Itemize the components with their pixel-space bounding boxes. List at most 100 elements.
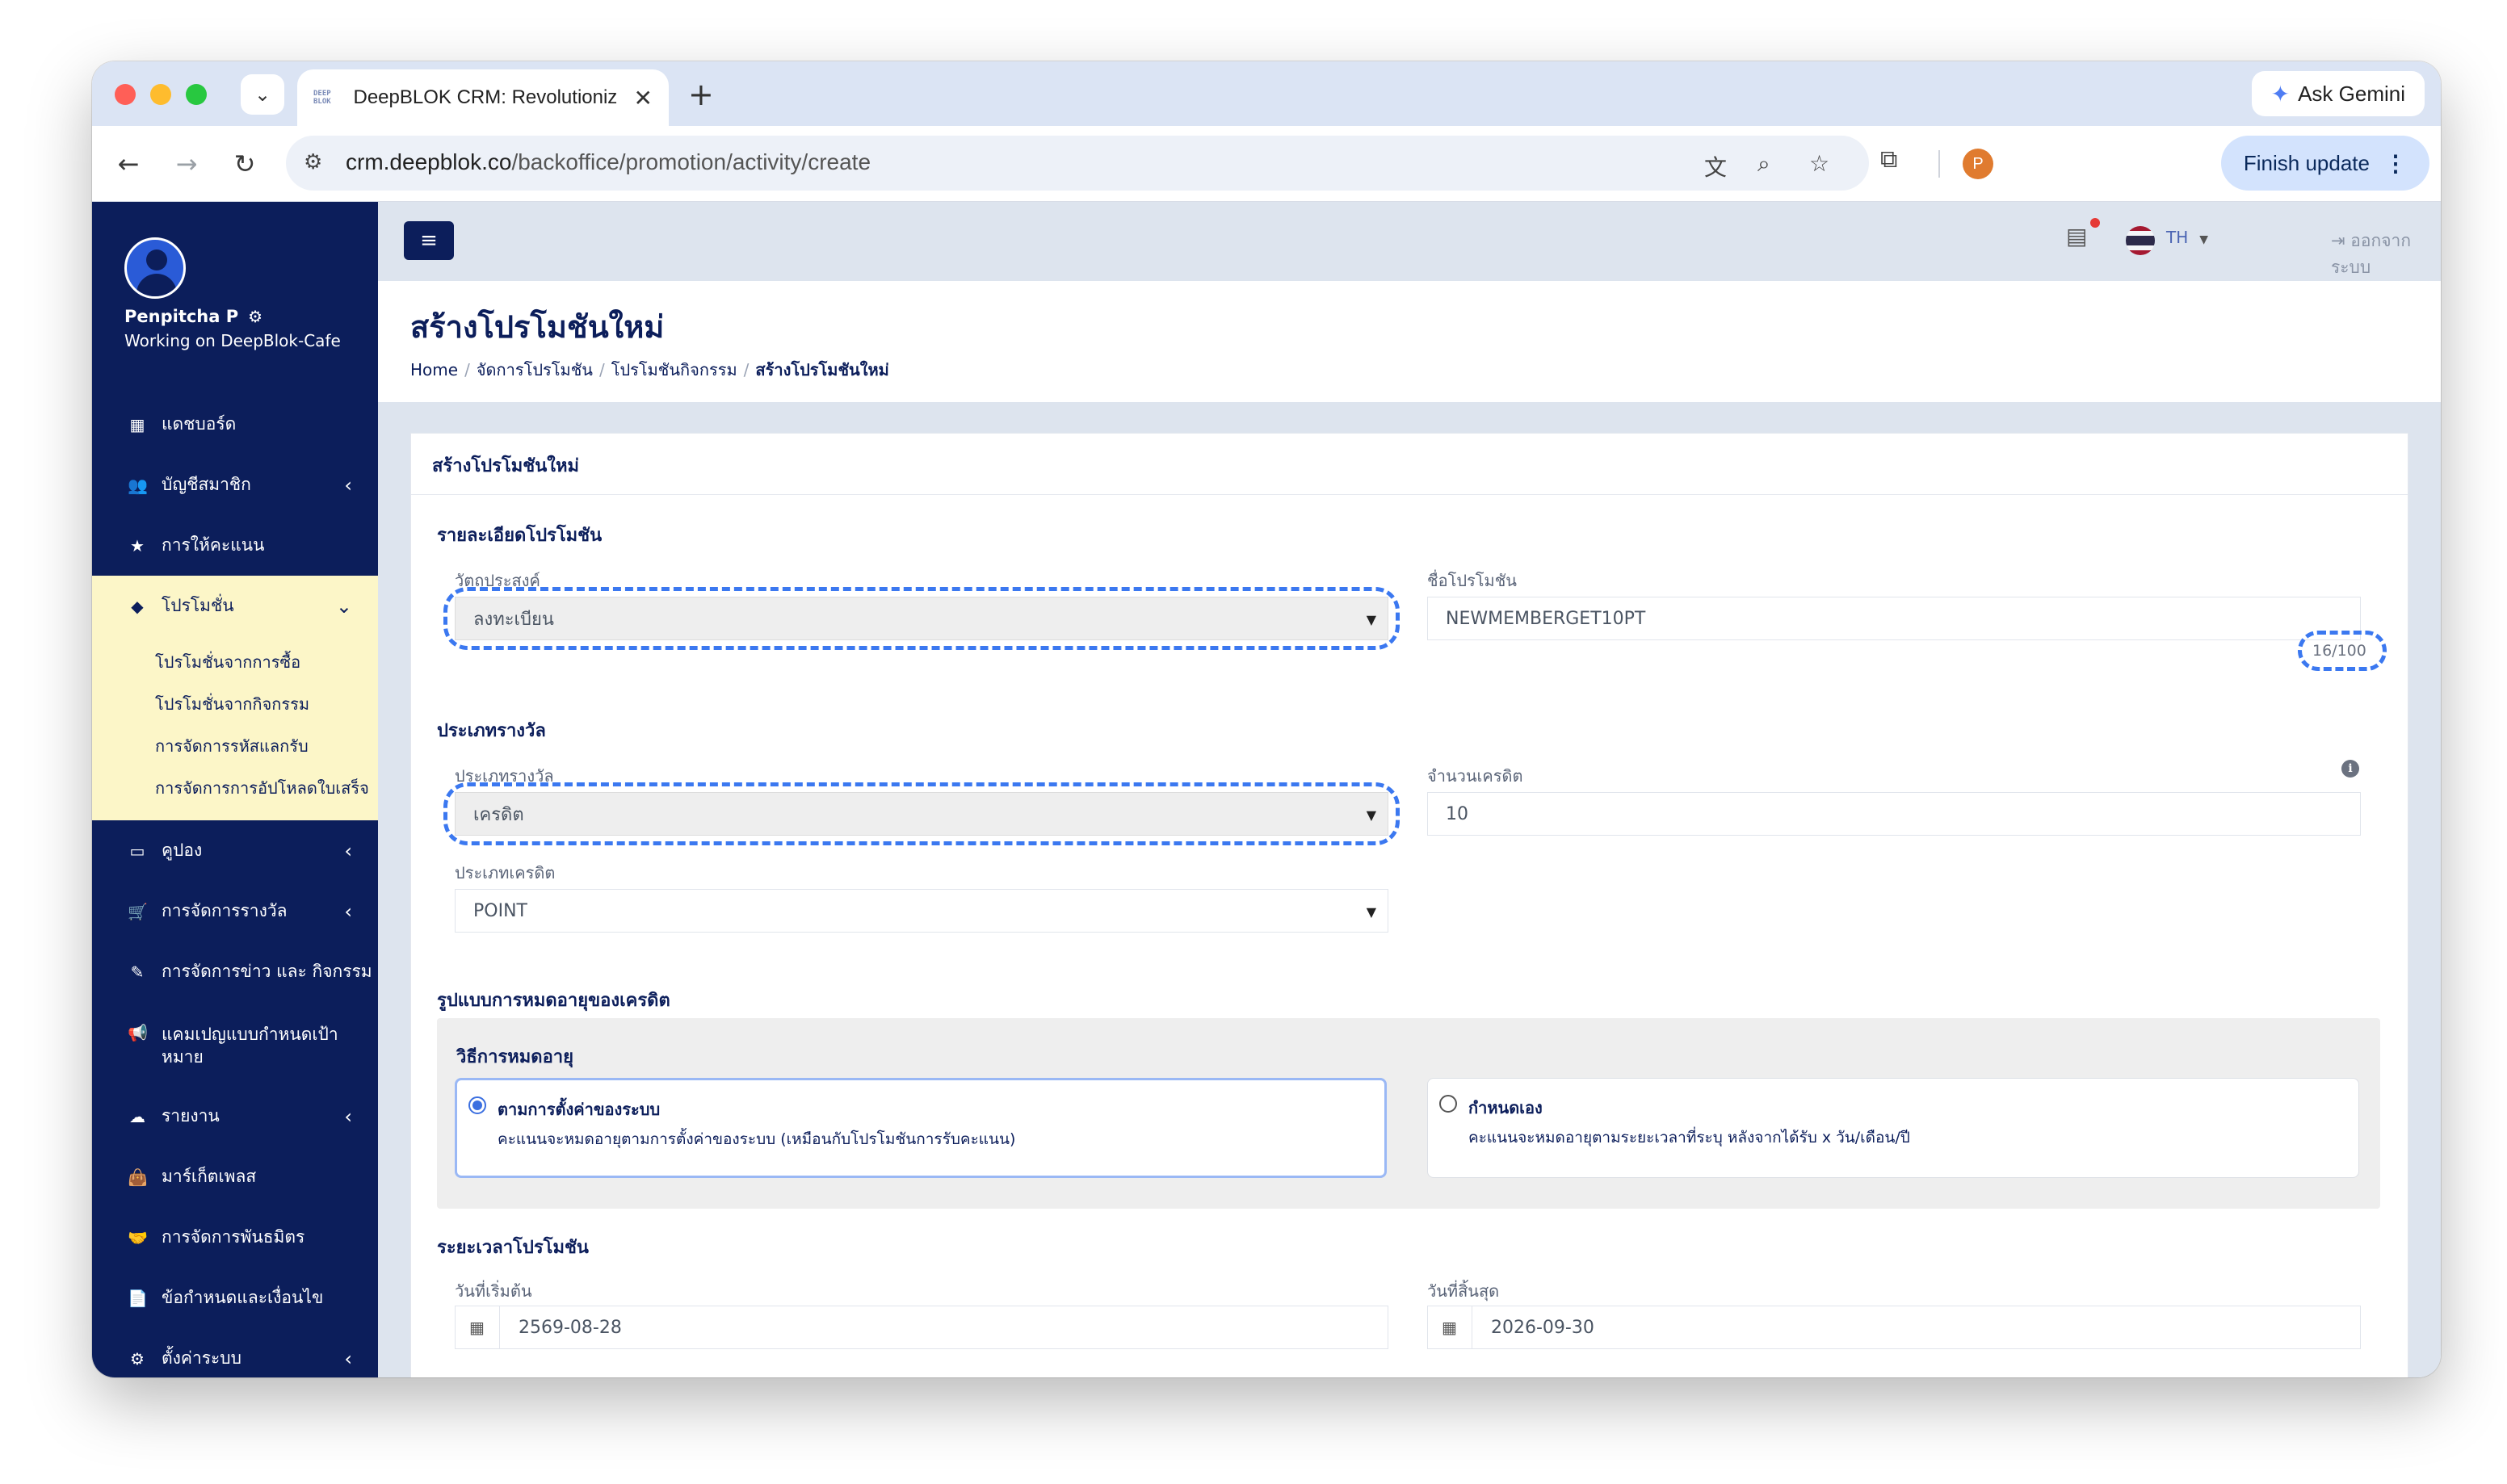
objective-highlight [443,587,1400,650]
browser-tab[interactable]: DEEP BLOK DeepBLOK CRM: Revolutioniz ✕ [297,69,669,126]
bag-icon: 👜 [128,1167,148,1187]
user-name: Penpitcha P ⚙ [124,307,262,326]
submenu-item-redeem-codes[interactable]: การจัดการรหัสแลกรับ [92,725,378,767]
sidebar-item-label: ตั้งค่าระบบ [162,1348,241,1368]
sidebar-item-members[interactable]: 👥 บัญชีสมาชิก ‹ [92,455,378,515]
app-topbar: ≡ ▤ TH ▼ ⇥ ออกจากระบบ [378,202,2441,281]
breadcrumb-separator: / [464,360,470,379]
tab-search-button[interactable]: ⌄ [241,74,284,115]
sidebar-item-label: โปรโมชั่น [162,596,234,615]
maximize-window-button[interactable] [186,84,207,105]
finish-update-label: Finish update [2243,150,2370,175]
breadcrumb-home[interactable]: Home [410,360,458,379]
sidebar-item-label: การให้คะแนน [162,535,265,555]
translate-icon[interactable]: 文 [1704,150,1727,182]
menu-toggle-button[interactable]: ≡ [404,221,454,260]
language-label: TH [2166,228,2189,247]
arrow-right-icon: → [175,149,198,179]
new-tab-button[interactable]: + [688,74,714,115]
cloud-icon: ☁ [129,1106,145,1126]
url-text: crm.deepblok.co/backoffice/promotion/act… [346,149,871,175]
breadcrumb-separator: / [743,360,750,379]
sidebar: Penpitcha P ⚙ Working on DeepBlok-Cafe ▦ แ… [92,202,378,1377]
chevron-down-icon: ⌄ [254,83,271,106]
expiry-option-system[interactable]: ตามการตั้งค่าของระบบ คะแนนจะหมดอายุตามกา… [455,1078,1387,1178]
submenu-item-activity-promotion[interactable]: โปรโมชั่นจากกิจกรรม [92,683,378,725]
close-window-button[interactable] [115,84,136,105]
expiry-section-title: รูปแบบการหมดอายุของเครดิต [437,991,670,1011]
expiry-option-system-desc: คะแนนจะหมดอายุตามการตั้งค่าของระบบ (เหมื… [498,1130,1016,1148]
expiry-option-custom[interactable]: กำหนดเอง คะแนนจะหมดอายุตามระยะเวลาที่ระบ… [1427,1078,2359,1178]
browser-window: ⌄ DEEP BLOK DeepBLOK CRM: Revolutioniz ✕… [92,61,2441,1377]
sidebar-item-news[interactable]: ✎ การจัดการข่าว และ กิจกรรม [92,941,378,1002]
info-icon[interactable]: i [2341,760,2359,778]
language-selector[interactable]: TH ▼ [2166,228,2208,247]
sidebar-item-partners[interactable]: 🤝 การจัดการพันธมิตร [92,1207,378,1268]
sidebar-item-reports[interactable]: ☁ รายงาน ‹ [92,1086,378,1147]
sidebar-item-label: คูปอง [162,841,203,860]
logout-icon: ⇥ [2331,231,2345,250]
sidebar-item-dashboard[interactable]: ▦ แดชบอร์ด [92,394,378,455]
logout-button[interactable]: ⇥ ออกจากระบบ [2331,228,2441,281]
caret-down-icon: ▼ [1366,904,1376,920]
submenu-item-receipt-upload[interactable]: การจัดการการอัปโหลดใบเสร็จ [92,767,378,809]
favicon-text-top: DEEP [313,90,331,98]
ask-gemini-label: Ask Gemini [2298,81,2405,106]
close-tab-icon[interactable]: ✕ [634,85,653,111]
forward-button[interactable]: → [166,144,207,184]
bookmark-star-icon[interactable]: ☆ [1809,150,1829,177]
reward-type-highlight [443,782,1400,845]
thai-flag-icon[interactable] [2126,226,2155,255]
sidebar-item-marketplace[interactable]: 👜 มาร์เก็ตเพลส [92,1147,378,1207]
chevron-left-icon: ‹ [344,473,352,497]
expiry-option-system-title: ตามการตั้งค่าของระบบ [498,1100,661,1119]
user-name-text: Penpitcha P [124,307,239,326]
main-content: ≡ ▤ TH ▼ ⇥ ออกจากระบบ สร้างโปรโมชันใหม่ H… [378,202,2441,1377]
site-settings-icon[interactable]: ⚙ [304,150,322,174]
url-host: crm.deepblok.co [346,149,512,174]
expiry-option-custom-desc: คะแนนจะหมดอายุตามระยะเวลาที่ระบุ หลังจาก… [1468,1129,1910,1147]
credit-type-select[interactable]: POINT ▼ [455,889,1388,933]
sidebar-item-promotion[interactable]: ◆ โปรโมชั่น ⌄ [92,576,378,636]
radio-system-default[interactable] [468,1096,486,1114]
start-date-input[interactable]: 2569-08-28 [455,1306,1388,1349]
end-date-input[interactable]: 2026-09-30 [1427,1306,2361,1349]
promo-name-label: ชื่อโปรโมชัน [1427,571,1517,590]
back-button[interactable]: ← [108,144,149,184]
calendar-icon[interactable]: ▦ [455,1306,500,1349]
promo-name-input[interactable]: NEWMEMBERGET10PT [1427,597,2361,640]
reload-icon: ↻ [233,149,256,179]
sidebar-item-targeted-campaign[interactable]: 📢 แคมเปญแบบกำหนดเป้าหมาย [92,1002,378,1086]
more-options-icon: ⋮ [2384,150,2407,176]
breadcrumb-activity-promotion[interactable]: โปรโมชันกิจกรรม [611,360,737,379]
ask-gemini-button[interactable]: ✦ Ask Gemini [2251,71,2425,116]
flag-stripe [2126,236,2155,245]
minimize-window-button[interactable] [150,84,171,105]
sidebar-item-coupon[interactable]: ▭ คูปอง ‹ [92,820,378,881]
finish-update-button[interactable]: Finish update ⋮ [2220,136,2429,191]
reload-button[interactable]: ↻ [225,144,265,184]
url-path: /backoffice/promotion/activity/create [511,149,871,174]
sidebar-item-terms[interactable]: 📄 ข้อกำหนดและเงื่อนไข [92,1268,378,1328]
credit-amount-label: จำนวนเครดิต [1427,766,1523,786]
create-promotion-card: สร้างโปรโมชันใหม่ รายละเอียดโปรโมชัน วัต… [410,433,2408,1377]
sidebar-item-label: แดชบอร์ด [162,414,237,434]
newspaper-icon[interactable]: ▤ [2066,223,2087,249]
sidebar-item-settings[interactable]: ⚙ ตั้งค่าระบบ ‹ [92,1328,378,1377]
zoom-icon[interactable]: ⌕ [1757,150,1770,178]
sidebar-item-rewards[interactable]: 🛒 การจัดการรางวัล ‹ [92,881,378,941]
favicon-text-bottom: BLOK [313,98,331,106]
sidebar-item-points[interactable]: ★ การให้คะแนน [92,515,378,576]
breadcrumb-manage-promotion[interactable]: จัดการโปรโมชัน [477,360,593,379]
sidebar-item-label: ข้อกำหนดและเงื่อนไข [162,1288,324,1307]
submenu-item-purchase-promotion[interactable]: โปรโมชั่นจากการซื้อ [92,641,378,683]
calendar-icon[interactable]: ▦ [1427,1306,1472,1349]
user-settings-gear-icon[interactable]: ⚙ [248,307,262,326]
address-bar[interactable]: ⚙ crm.deepblok.co/backoffice/promotion/a… [286,136,1869,191]
credit-amount-input[interactable]: 10 [1427,792,2361,836]
profile-avatar[interactable]: P [1963,149,1993,179]
tab-title: DeepBLOK CRM: Revolutioniz [353,86,618,108]
user-avatar[interactable] [124,237,186,299]
extensions-puzzle-icon[interactable]: ⧉ [1880,145,1897,174]
radio-custom[interactable] [1439,1095,1457,1113]
